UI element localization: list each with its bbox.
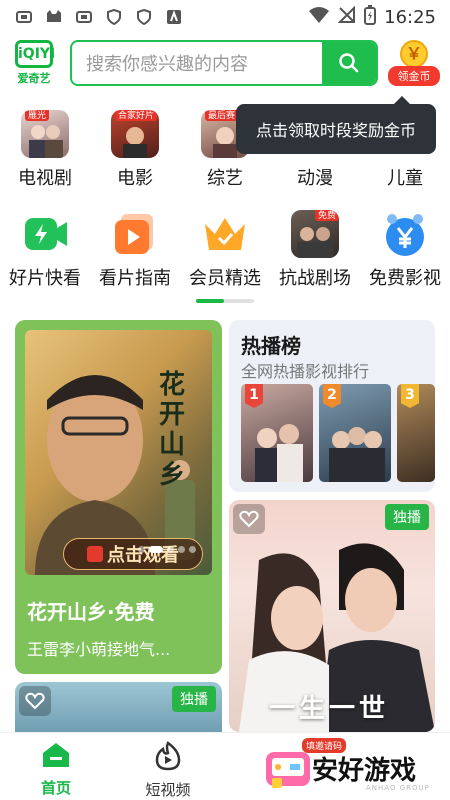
category-label: 好片快看 bbox=[9, 268, 81, 289]
logo-text: 爱奇艺 bbox=[17, 72, 51, 85]
app-notification-icon bbox=[14, 8, 34, 26]
watch-now-label: 点击观看 bbox=[107, 545, 179, 566]
hot-ranking-subtitle: 全网热播影视排行 bbox=[241, 362, 370, 381]
category-movie[interactable]: 合家好片 电影 bbox=[90, 110, 180, 190]
drama-title-art: 一生一世 bbox=[269, 694, 390, 724]
iqiyi-logo[interactable]: iQIYI 爱奇艺 bbox=[14, 40, 55, 86]
gamepad-icon bbox=[266, 752, 310, 788]
heart-plus-icon bbox=[239, 510, 259, 528]
category-tag: 雁光 bbox=[25, 110, 50, 121]
category-thumbnail bbox=[381, 210, 429, 258]
page-indicator bbox=[196, 299, 254, 303]
search-button[interactable] bbox=[322, 42, 376, 84]
status-time: 16:25 bbox=[384, 6, 436, 28]
coin-reward-button[interactable]: ￥ 领金币 bbox=[388, 40, 440, 88]
watch-now-button[interactable]: 点击观看 bbox=[63, 538, 203, 570]
category-tag: 合家好片 bbox=[115, 110, 158, 121]
category-label: 综艺 bbox=[207, 168, 243, 189]
featured-poster: 花开山乡 点击观看 bbox=[25, 330, 212, 575]
category-tv[interactable]: 雁光 电视剧 bbox=[0, 110, 90, 190]
category-free[interactable]: 免费影视 bbox=[360, 210, 450, 290]
tab-short-video[interactable]: 短视频 bbox=[128, 741, 208, 800]
featured-card[interactable]: 花开山乡 点击观看 花开山乡·免费 王雷李小萌接地气... bbox=[15, 320, 222, 674]
shield-icon bbox=[104, 8, 124, 26]
search-icon bbox=[339, 53, 359, 73]
rank-item[interactable]: 3 bbox=[397, 384, 435, 482]
status-bar: 16:25 bbox=[0, 0, 450, 34]
category-quick-watch[interactable]: 好片快看 bbox=[0, 210, 90, 290]
poster-title: 花开山乡 bbox=[158, 370, 185, 490]
category-thumbnail: 雁光 bbox=[21, 110, 69, 158]
wifi-icon bbox=[308, 6, 330, 29]
heart-plus-icon bbox=[25, 692, 45, 710]
category-thumbnail bbox=[111, 210, 159, 258]
category-thumbnail bbox=[201, 210, 249, 258]
category-label: 免费影视 bbox=[369, 268, 441, 289]
category-label: 会员精选 bbox=[189, 268, 261, 289]
search-bar[interactable]: 搜索你感兴趣的内容 bbox=[70, 40, 378, 86]
tab-label: 短视频 bbox=[145, 781, 191, 799]
reward-tooltip[interactable]: 点击领取时段奖励金币 bbox=[236, 96, 436, 154]
drama-card[interactable]: 独播 一生一世 bbox=[229, 500, 435, 732]
rank-item[interactable]: 1 bbox=[241, 384, 313, 482]
category-label: 儿童 bbox=[387, 168, 423, 189]
font-icon bbox=[164, 8, 184, 26]
crown-icon bbox=[205, 218, 245, 250]
yuan-alarm-icon bbox=[386, 214, 424, 256]
hot-ranking-title: 热播榜 bbox=[241, 334, 301, 358]
play-guide-icon bbox=[115, 214, 153, 254]
battery-charging-icon bbox=[364, 4, 377, 30]
category-thumbnail: 免费 bbox=[291, 210, 339, 258]
shield-icon bbox=[134, 8, 154, 26]
category-vip[interactable]: 会员精选 bbox=[180, 210, 270, 290]
app-screen: 16:25 iQIYI 爱奇艺 搜索你感兴趣的内容 ￥ 领金币 雁光 电视剧 合… bbox=[0, 0, 450, 800]
rank-number: 2 bbox=[323, 384, 341, 408]
featured-title: 花开山乡·免费 bbox=[27, 600, 155, 624]
category-war-theater[interactable]: 免费 抗战剧场 bbox=[270, 210, 360, 290]
watermark-logo: 填邀请码 安好游戏 ANHAO GROUP bbox=[262, 738, 442, 796]
hot-ranking-card[interactable]: 热播榜 全网热播影视排行 1 2 3 bbox=[229, 320, 435, 492]
category-label: 看片指南 bbox=[99, 268, 171, 289]
flame-play-icon bbox=[155, 741, 181, 771]
tab-home[interactable]: 首页 bbox=[16, 741, 96, 798]
rank-item[interactable]: 2 bbox=[319, 384, 391, 482]
ticket-icon bbox=[87, 546, 103, 562]
category-tag: 最后赛 bbox=[205, 110, 239, 121]
tab-label: 首页 bbox=[40, 779, 71, 797]
carousel-dots bbox=[138, 546, 196, 553]
search-input[interactable]: 搜索你感兴趣的内容 bbox=[72, 50, 322, 76]
category-tag: 免费 bbox=[315, 210, 339, 221]
exclusive-badge: 独播 bbox=[385, 504, 429, 530]
coin-label: 领金币 bbox=[388, 66, 440, 86]
coin-icon: ￥ bbox=[400, 40, 428, 68]
category-label: 抗战剧场 bbox=[279, 268, 351, 289]
rank-number: 1 bbox=[245, 384, 263, 408]
logo-mark: iQIYI bbox=[15, 40, 55, 68]
cat-icon bbox=[44, 8, 64, 26]
category-guide[interactable]: 看片指南 bbox=[90, 210, 180, 290]
app-notification-icon bbox=[74, 8, 94, 26]
category-label: 动漫 bbox=[297, 168, 333, 189]
favorite-button[interactable] bbox=[19, 686, 51, 716]
category-thumbnail bbox=[21, 210, 69, 258]
home-icon bbox=[43, 743, 69, 767]
exclusive-badge: 独播 bbox=[172, 686, 216, 712]
category-label: 电影 bbox=[117, 168, 153, 189]
watermark-subtext: ANHAO GROUP bbox=[366, 784, 430, 792]
no-signal-icon bbox=[337, 5, 356, 29]
flash-video-icon bbox=[25, 218, 67, 250]
partial-card[interactable]: 独播 bbox=[15, 682, 222, 734]
rank-number: 3 bbox=[401, 384, 419, 408]
tooltip-text: 点击领取时段奖励金币 bbox=[255, 121, 416, 140]
watermark-text: 安好游戏 bbox=[312, 756, 417, 786]
category-label: 电视剧 bbox=[18, 168, 72, 189]
featured-subtitle: 王雷李小萌接地气... bbox=[27, 640, 171, 659]
favorite-button[interactable] bbox=[233, 504, 265, 534]
category-thumbnail: 合家好片 bbox=[111, 110, 159, 158]
